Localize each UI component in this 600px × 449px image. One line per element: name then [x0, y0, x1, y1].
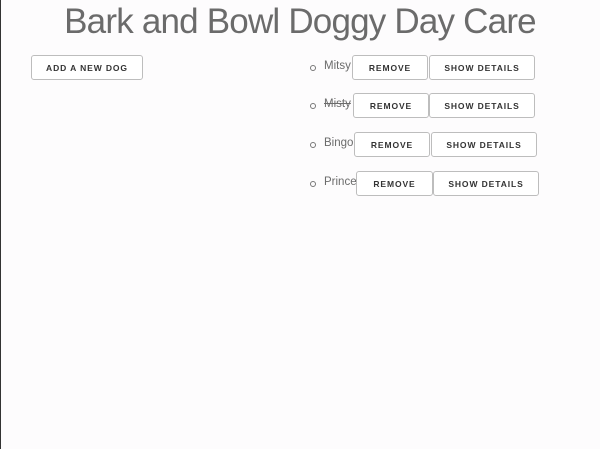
dog-name[interactable]: Misty	[324, 98, 351, 110]
dog-name[interactable]: Mitsy	[324, 60, 351, 72]
remove-button[interactable]: REMOVE	[353, 93, 429, 118]
remove-button[interactable]: REMOVE	[356, 171, 433, 196]
remove-button[interactable]: REMOVE	[354, 132, 430, 157]
remove-button[interactable]: REMOVE	[352, 55, 428, 80]
bullet-icon	[310, 181, 316, 187]
show-details-button[interactable]: SHOW DETAILS	[429, 93, 535, 118]
window-edge	[0, 0, 1, 449]
show-details-button[interactable]: SHOW DETAILS	[429, 55, 535, 80]
show-details-button[interactable]: SHOW DETAILS	[433, 171, 539, 196]
bullet-icon	[310, 103, 316, 109]
dog-name[interactable]: Prince	[324, 176, 357, 188]
bullet-icon	[310, 65, 316, 71]
add-new-dog-button[interactable]: ADD A NEW DOG	[31, 55, 143, 80]
bullet-icon	[310, 142, 316, 148]
dog-name[interactable]: Bingo	[324, 137, 353, 149]
show-details-button[interactable]: SHOW DETAILS	[431, 132, 537, 157]
page-title: Bark and Bowl Doggy Day Care	[64, 2, 537, 41]
